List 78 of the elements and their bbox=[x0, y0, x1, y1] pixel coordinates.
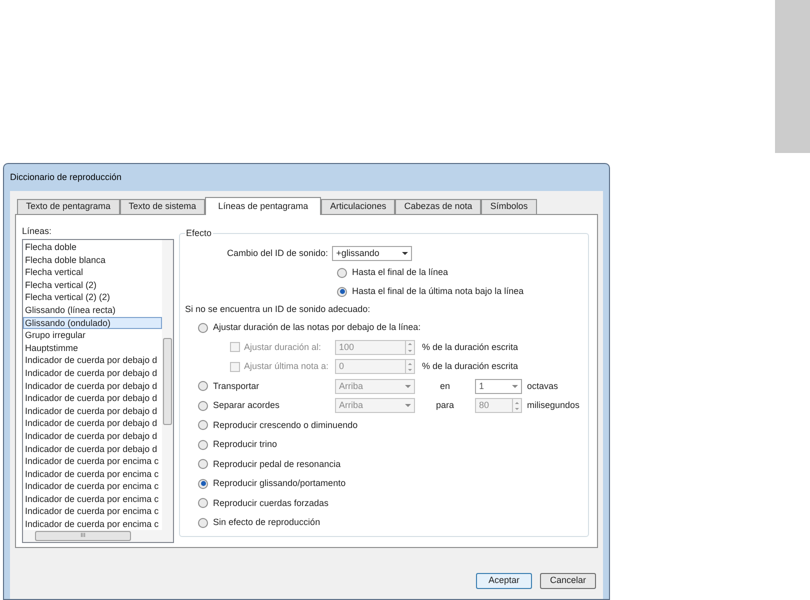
list-item[interactable]: Hauptstimme bbox=[23, 342, 162, 354]
tab[interactable]: Cabezas de nota bbox=[395, 199, 482, 214]
field-label: para bbox=[436, 400, 454, 410]
caret-icon bbox=[402, 252, 408, 255]
list-item[interactable]: Indicador de cuerda por encima c bbox=[23, 492, 162, 506]
list-item[interactable]: Indicador de cuerda por encima c bbox=[23, 505, 162, 518]
list-item[interactable]: Indicador de cuerda por debajo d bbox=[23, 417, 162, 430]
list-item[interactable]: Glissando (ondulado) bbox=[23, 316, 162, 330]
radio-button[interactable] bbox=[198, 400, 208, 411]
list-item[interactable]: Flecha vertical bbox=[23, 266, 162, 279]
radio-button[interactable] bbox=[198, 440, 208, 450]
list-item[interactable]: Glissando (línea recta) bbox=[23, 304, 162, 317]
radio-button[interactable] bbox=[198, 518, 208, 528]
list-item[interactable]: Grupo irregular bbox=[23, 329, 162, 342]
list-item[interactable]: Indicador de cuerda por encima c bbox=[23, 480, 162, 493]
tab[interactable]: Símbolos bbox=[481, 199, 537, 214]
caret-icon bbox=[405, 404, 411, 408]
radio-button[interactable] bbox=[337, 268, 347, 278]
radio-label: Transportar bbox=[213, 380, 260, 393]
list-item[interactable]: Flecha vertical (2) bbox=[23, 278, 162, 292]
caret-icon bbox=[512, 384, 518, 388]
spin-arrows-icon bbox=[405, 340, 414, 354]
list-item[interactable]: Indicador de cuerda por debajo d bbox=[23, 430, 162, 442]
field-label: en bbox=[440, 380, 450, 390]
spin-arrows-icon bbox=[405, 360, 414, 374]
list-item[interactable]: Indicador de cuerda por debajo d bbox=[23, 366, 162, 380]
radio-label: Reproducir glissando/portamento bbox=[213, 477, 346, 490]
radio-label: Reproducir trino bbox=[213, 438, 278, 451]
radio-label: Hasta el final de la línea bbox=[352, 266, 448, 279]
list-item[interactable]: Indicador de cuerda por encima c bbox=[23, 455, 162, 468]
list-item[interactable]: Flecha doble bbox=[23, 241, 162, 254]
dropdown[interactable]: +glissando bbox=[332, 246, 412, 261]
section-label: Si no se encuentra un ID de sonido adecuado: bbox=[185, 302, 370, 316]
dialog-button[interactable]: Aceptar bbox=[476, 573, 532, 589]
list-item[interactable]: Indicador de cuerda por debajo d bbox=[23, 380, 162, 392]
lines-label: Líneas: bbox=[22, 225, 53, 238]
field-label: Cambio del ID de sonido: bbox=[227, 246, 328, 260]
radio-label: Reproducir pedal de resonancia bbox=[213, 458, 341, 471]
caret-icon bbox=[405, 384, 411, 388]
radio-label: Separar acordes bbox=[213, 399, 281, 412]
tab[interactable]: Líneas de pentagrama bbox=[205, 197, 322, 215]
radio-label: Hasta el final de la última nota bajo la línea bbox=[352, 284, 524, 298]
dropdown[interactable]: 1 bbox=[475, 378, 522, 394]
checkbox-label: Ajustar duración al: bbox=[244, 340, 322, 354]
radio-button[interactable] bbox=[198, 498, 208, 508]
list-item[interactable]: Indicador de cuerda por debajo d bbox=[23, 354, 162, 367]
list-item[interactable]: Flecha doble blanca bbox=[23, 254, 162, 266]
list-item[interactable]: Indicador de cuerda por debajo d bbox=[23, 404, 162, 418]
list-item[interactable]: Indicador de cuerda por encima c bbox=[23, 468, 162, 480]
radio-button[interactable] bbox=[198, 322, 208, 333]
radio-label: Sin efecto de reproducción bbox=[213, 516, 320, 529]
radio-label: Ajustar duración de las notas por debajo de la línea: bbox=[213, 321, 421, 334]
tab[interactable]: Texto de sistema bbox=[120, 199, 206, 214]
vertical-scrollbar[interactable] bbox=[162, 240, 173, 530]
dialog-button[interactable]: Cancelar bbox=[540, 573, 596, 589]
tab[interactable]: Texto de pentagrama bbox=[17, 199, 120, 214]
tab[interactable]: Articulaciones bbox=[321, 199, 396, 214]
radio-label: Reproducir cuerdas forzadas bbox=[213, 496, 329, 510]
list-item[interactable]: Indicador de cuerda por debajo d bbox=[23, 442, 162, 456]
lines-list[interactable] bbox=[22, 239, 174, 543]
radio-button[interactable] bbox=[337, 286, 347, 296]
list-item[interactable]: Flecha vertical (2) (2) bbox=[23, 291, 162, 304]
list-item[interactable]: Indicador de cuerda por debajo d bbox=[23, 392, 162, 405]
radio-button[interactable] bbox=[198, 478, 208, 489]
radio-label: Reproducir crescendo o diminuendo bbox=[213, 418, 358, 432]
scrollbar-thumb[interactable] bbox=[163, 338, 172, 425]
field-label: % de la duración escrita bbox=[422, 340, 518, 354]
radio-button[interactable] bbox=[198, 381, 208, 392]
field-label: % de la duración escrita bbox=[422, 360, 518, 373]
group-title: Efecto bbox=[185, 227, 213, 239]
spin-arrows-icon bbox=[512, 399, 521, 412]
field-label: octavas bbox=[527, 380, 558, 390]
checkbox-label: Ajustar última nota a: bbox=[244, 360, 330, 373]
radio-button[interactable] bbox=[198, 459, 208, 470]
window-title: Diccionario de reproducción bbox=[10, 170, 122, 184]
field-label: milisegundos bbox=[527, 400, 580, 410]
list-item[interactable]: Indicador de cuerda por encima c bbox=[23, 518, 162, 530]
radio-button[interactable] bbox=[198, 420, 208, 430]
